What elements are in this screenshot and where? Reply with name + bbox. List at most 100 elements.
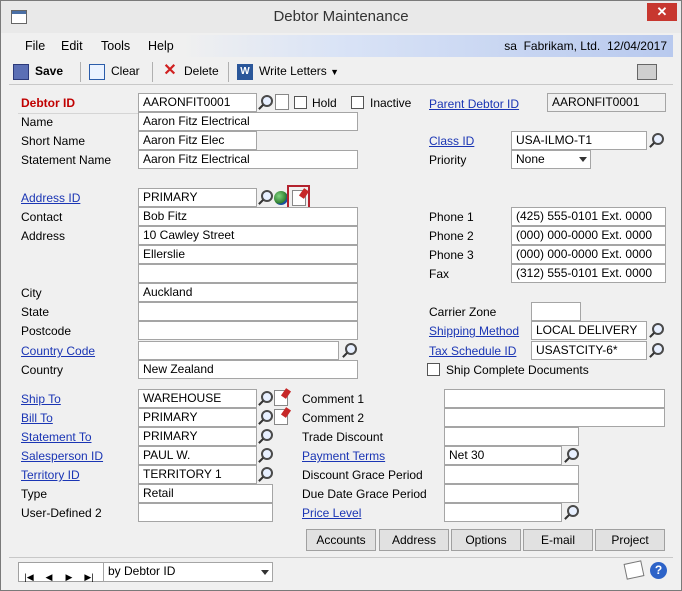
territory-id-link[interactable]: Territory ID [18,466,80,484]
comment1-field[interactable] [444,389,665,408]
lookup-icon[interactable] [257,466,273,482]
price-level-link[interactable]: Price Level [299,504,361,522]
write-letters-button[interactable]: W Write Letters ▼ [237,62,339,82]
note-icon[interactable] [623,560,645,580]
discount-grace-field[interactable] [444,465,579,484]
address-id-field[interactable]: PRIMARY [138,188,257,207]
note-icon[interactable] [275,94,289,110]
lookup-icon[interactable] [563,447,579,463]
lookup-icon[interactable] [257,390,273,406]
user-defined-2-field[interactable] [138,503,273,522]
help-icon[interactable]: ? [650,562,667,579]
salesperson-id-field[interactable]: PAUL W. [138,446,257,465]
bill-to-link[interactable]: Bill To [18,409,53,427]
title-bar: Debtor Maintenance ✕ [1,1,681,33]
address-line3-field[interactable] [138,264,358,283]
bill-to-note-icon[interactable] [274,409,288,425]
address-id-link[interactable]: Address ID [18,189,80,207]
next-record-button[interactable]: ▶ [62,569,76,585]
phone3-field[interactable]: (000) 000-0000 Ext. 0000 [511,245,666,264]
carrier-zone-field[interactable] [531,302,581,321]
lookup-icon[interactable] [257,94,273,110]
country-field[interactable]: New Zealand [138,360,358,379]
price-level-field[interactable] [444,503,562,522]
lookup-icon[interactable] [563,504,579,520]
state-field[interactable] [138,302,358,321]
delete-button[interactable]: ✕ Delete [162,62,218,82]
class-id-link[interactable]: Class ID [426,132,474,150]
tax-schedule-link[interactable]: Tax Schedule ID [426,342,516,360]
lookup-icon[interactable] [648,322,664,338]
menu-edit[interactable]: Edit [61,39,83,53]
country-code-link[interactable]: Country Code [18,342,95,360]
lookup-icon[interactable] [257,428,273,444]
territory-id-field[interactable]: TERRITORY 1 [138,465,257,484]
shipping-method-field[interactable]: LOCAL DELIVERY [531,321,647,340]
priority-select[interactable]: None [511,150,591,169]
ship-complete-checkbox[interactable] [427,363,440,376]
hold-checkbox[interactable] [294,96,307,109]
postcode-field[interactable] [138,321,358,340]
clear-button[interactable]: Clear [89,62,140,82]
contact-label: Contact [21,210,63,224]
sort-by-select[interactable]: by Debtor ID [103,562,273,582]
ship-to-field[interactable]: WAREHOUSE [138,389,257,408]
name-field[interactable]: Aaron Fitz Electrical [138,112,358,131]
address-note-icon[interactable] [292,190,306,206]
previous-record-button[interactable]: ◀ [42,569,56,585]
email-button[interactable]: E-mail [523,529,593,551]
phone2-field[interactable]: (000) 000-0000 Ext. 0000 [511,226,666,245]
bill-to-field[interactable]: PRIMARY [138,408,257,427]
tax-schedule-field[interactable]: USASTCITY-6* [531,341,647,360]
last-record-button[interactable]: ▶| [82,569,96,585]
shipping-method-link[interactable]: Shipping Method [426,322,519,340]
trade-discount-field[interactable] [444,427,579,446]
address-line1-field[interactable]: 10 Cawley Street [138,226,358,245]
clear-icon [89,63,105,80]
printer-icon [637,63,657,80]
lookup-icon[interactable] [648,342,664,358]
class-id-field[interactable]: USA-ILMO-T1 [511,131,647,150]
address-line2-field[interactable]: Ellerslie [138,245,358,264]
printer-button[interactable] [637,62,665,82]
menu-tools[interactable]: Tools [101,39,130,53]
menu-file[interactable]: File [25,39,45,53]
payment-terms-field[interactable]: Net 30 [444,446,562,465]
statement-to-link[interactable]: Statement To [18,428,92,446]
chevron-down-icon [579,157,587,162]
lookup-icon[interactable] [648,132,664,148]
address-button[interactable]: Address [379,529,449,551]
statement-to-field[interactable]: PRIMARY [138,427,257,446]
lookup-icon[interactable] [257,409,273,425]
due-date-grace-field[interactable] [444,484,579,503]
parent-debtor-id-link[interactable]: Parent Debtor ID [426,95,519,113]
project-button[interactable]: Project [595,529,665,551]
close-button[interactable]: ✕ [647,3,677,21]
options-button[interactable]: Options [451,529,521,551]
country-code-field[interactable] [138,341,339,360]
statement-name-field[interactable]: Aaron Fitz Electrical [138,150,358,169]
menu-help[interactable]: Help [148,39,174,53]
lookup-icon[interactable] [341,342,357,358]
ship-to-link[interactable]: Ship To [18,390,61,408]
salesperson-id-link[interactable]: Salesperson ID [18,447,103,465]
lookup-icon[interactable] [257,447,273,463]
ship-to-note-icon[interactable] [274,390,288,406]
comment2-field[interactable] [444,408,665,427]
accounts-button[interactable]: Accounts [306,529,376,551]
inactive-checkbox[interactable] [351,96,364,109]
debtor-id-field[interactable]: AARONFIT0001 [138,93,257,112]
short-name-field[interactable]: Aaron Fitz Elec [138,131,257,150]
city-field[interactable]: Auckland [138,283,358,302]
globe-icon[interactable] [274,191,288,205]
fax-field[interactable]: (312) 555-0101 Ext. 0000 [511,264,666,283]
inactive-label: Inactive [370,96,412,110]
phone1-field[interactable]: (425) 555-0101 Ext. 0000 [511,207,666,226]
payment-terms-link[interactable]: Payment Terms [299,447,385,465]
contact-field[interactable]: Bob Fitz [138,207,358,226]
type-field[interactable]: Retail [138,484,273,503]
priority-label: Priority [429,153,467,167]
first-record-button[interactable]: |◀ [22,569,36,585]
lookup-icon[interactable] [257,189,273,205]
save-button[interactable]: Save [13,62,63,82]
